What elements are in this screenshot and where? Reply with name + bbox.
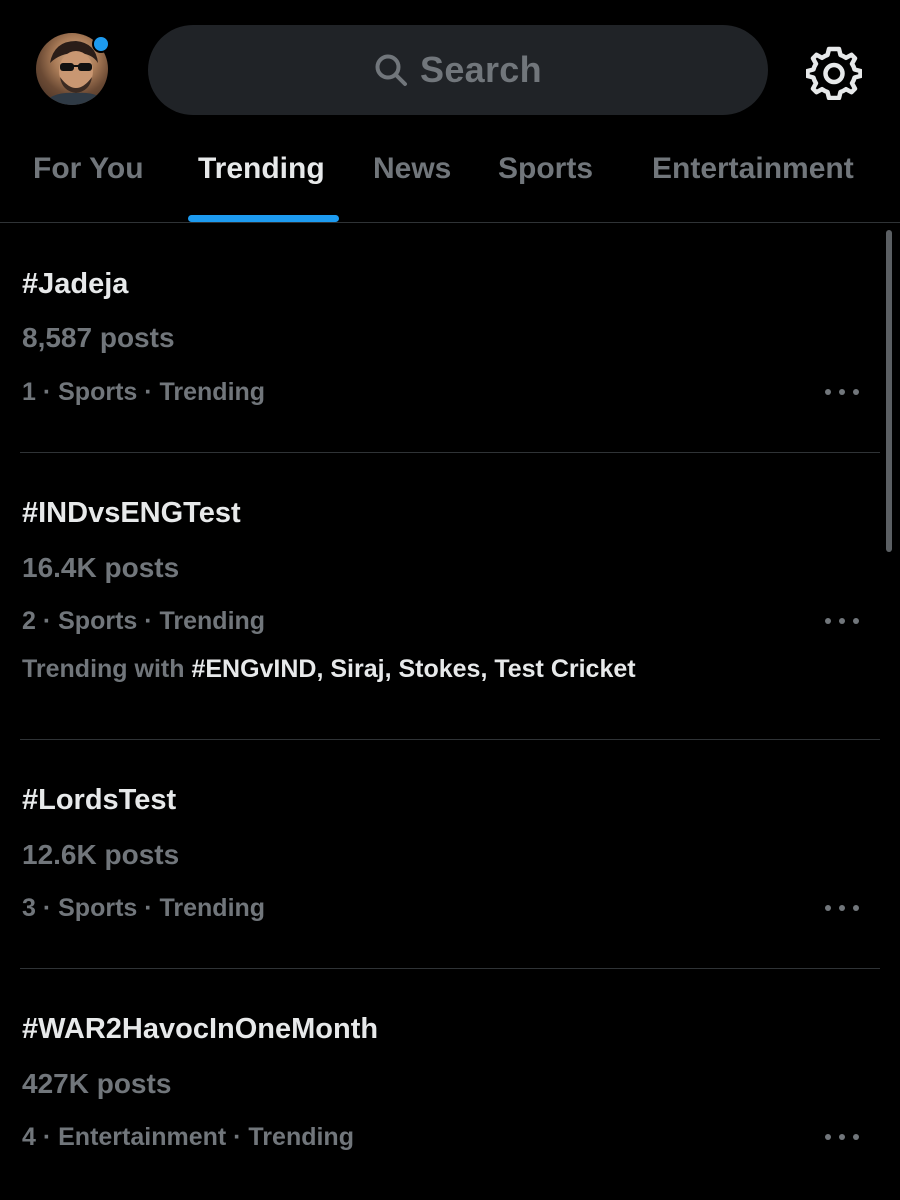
- trend-meta: 1 · Sports · Trending: [22, 378, 266, 406]
- search-icon: [374, 53, 408, 87]
- trend-post-count: 427K posts: [22, 1068, 172, 1099]
- trend-title: #LordsTest: [22, 784, 177, 816]
- gear-icon[interactable]: [805, 44, 863, 101]
- trending-with: Trending with #ENGvIND, Siraj, Stokes, T…: [22, 655, 636, 684]
- tab-news[interactable]: News: [373, 152, 451, 186]
- tab-bar: For You Trending News Sports Entertainme…: [0, 140, 900, 223]
- trending-with-terms[interactable]: #ENGvIND, Siraj, Stokes, Test Cricket: [191, 655, 635, 683]
- tab-for-you[interactable]: For You: [33, 152, 144, 186]
- trend-title: #INDvsENGTest: [22, 497, 241, 529]
- scrollbar[interactable]: [886, 230, 892, 552]
- trend-title: #WAR2HavocInOneMonth: [22, 1013, 379, 1045]
- trend-post-count: 8,587 posts: [22, 322, 175, 353]
- trend-title: #Jadeja: [22, 268, 129, 300]
- trend-item[interactable]: #Jadeja 8,587 posts 1 · Sports · Trendin…: [20, 223, 880, 453]
- active-tab-indicator: [188, 215, 339, 222]
- search-placeholder: Search: [420, 49, 542, 90]
- trending-with-label: Trending with: [22, 655, 192, 683]
- more-options-icon[interactable]: [822, 377, 862, 407]
- trend-item[interactable]: #INDvsENGTest 16.4K posts 2 · Sports · T…: [20, 452, 880, 740]
- profile-avatar-button[interactable]: [36, 33, 112, 109]
- tab-entertainment[interactable]: Entertainment: [652, 152, 854, 186]
- trend-post-count: 12.6K posts: [22, 839, 180, 870]
- tab-sports[interactable]: Sports: [498, 152, 593, 186]
- search-bar[interactable]: Search: [148, 25, 768, 115]
- notification-dot: [92, 35, 110, 53]
- trend-meta: 2 · Sports · Trending: [22, 607, 266, 635]
- trend-meta: 3 · Sports · Trending: [22, 894, 266, 922]
- more-options-icon[interactable]: [822, 606, 862, 636]
- trend-post-count: 16.4K posts: [22, 552, 180, 583]
- trend-meta: 4 · Entertainment · Trending: [22, 1123, 354, 1151]
- trend-item[interactable]: #LordsTest 12.6K posts 3 · Sports · Tren…: [20, 739, 880, 969]
- more-options-icon[interactable]: [822, 893, 862, 923]
- trend-item[interactable]: #WAR2HavocInOneMonth 427K posts 4 · Ente…: [20, 968, 880, 1197]
- top-bar: Search: [0, 0, 900, 140]
- tab-trending[interactable]: Trending: [198, 152, 325, 186]
- more-options-icon[interactable]: [822, 1122, 862, 1152]
